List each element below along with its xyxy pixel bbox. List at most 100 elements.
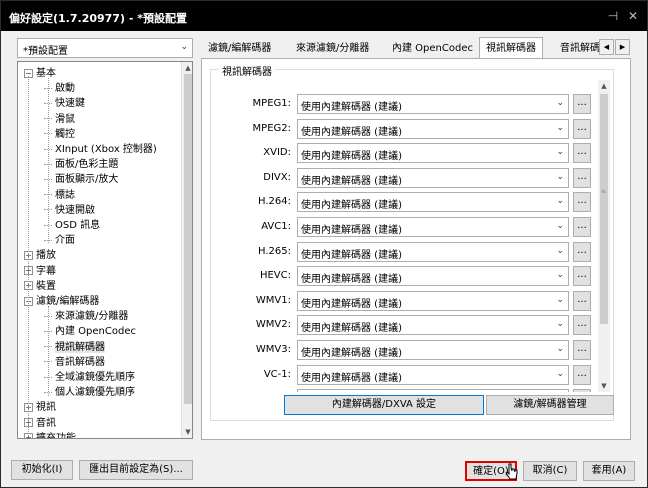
- decoder-more-button[interactable]: ...: [573, 167, 591, 188]
- tree-item[interactable]: XInput (Xbox 控制器): [44, 142, 157, 157]
- settings-tree[interactable]: − 基本 啟動 快速鍵 滑鼠 觸控 XInput (Xbox 控制器) 面板/色彩主題 面板顯示…: [17, 61, 193, 439]
- tree-scrollbar[interactable]: ▲ ▼: [181, 62, 192, 438]
- tree-item[interactable]: 快速鍵: [44, 96, 85, 111]
- close-icon[interactable]: ✕: [625, 8, 641, 24]
- tree-item[interactable]: 視訊解碼器: [44, 340, 105, 355]
- decoder-select[interactable]: 使用內建解碼器 (建議) ⌄: [297, 217, 569, 237]
- decoder-select-value: 使用內建解碼器 (建議): [301, 102, 402, 113]
- tree-item[interactable]: + 擴充功能: [24, 431, 76, 438]
- decoder-row: WMV2: 使用內建解碼器 (建議) ⌄...: [211, 315, 595, 336]
- decoder-select[interactable]: 使用內建解碼器 (建議) ⌄: [297, 118, 569, 139]
- tree-item[interactable]: 內建 OpenCodec: [44, 324, 136, 339]
- decoder-more-button[interactable]: ...: [573, 118, 591, 139]
- export-settings-button[interactable]: 匯出目前設定為(S)...: [79, 460, 193, 480]
- decoder-select-value: 使用內建解碼器 (建議): [301, 323, 402, 335]
- tree-item[interactable]: 個人濾鏡優先順序: [44, 385, 135, 400]
- grip-icon: ≡: [601, 188, 607, 195]
- tree-item[interactable]: 音訊解碼器: [44, 355, 105, 370]
- decoder-more-button[interactable]: ...: [573, 94, 591, 114]
- scroll-up-icon[interactable]: ▲: [182, 62, 192, 74]
- decoder-more-button[interactable]: ...: [573, 143, 591, 164]
- tree-item-label: 音訊: [36, 417, 56, 429]
- tree-item[interactable]: OSD 訊息: [44, 218, 100, 233]
- tree-item-label: 字幕: [36, 265, 56, 277]
- group-title: 視訊解碼器: [219, 63, 275, 78]
- decoder-more-button[interactable]: ...: [573, 266, 591, 287]
- decoder-more-button[interactable]: ...: [573, 364, 591, 385]
- tab-right-icon[interactable]: ▶: [615, 39, 630, 55]
- decoder-select[interactable]: ⌄: [297, 389, 569, 392]
- chevron-down-icon: ⌄: [556, 196, 564, 207]
- tree-scroll-thumb[interactable]: [184, 74, 192, 404]
- tree-item[interactable]: 來源濾鏡/分離器: [44, 309, 128, 324]
- mouse-cursor-icon: [505, 463, 518, 480]
- tree-item-label: 基本: [36, 68, 56, 79]
- scroll-down-icon[interactable]: ▼: [598, 380, 610, 392]
- decoder-select[interactable]: 使用內建解碼器 (建議) ⌄: [297, 290, 569, 311]
- dialog-button-bar: 初始化(I) 匯出目前設定為(S)... 確定(O) 取消(C) 套用(A): [1, 453, 647, 487]
- decoder-format-label: MPEG2:: [252, 122, 291, 134]
- tree-item[interactable]: 面板顯示/放大: [44, 172, 118, 187]
- decoder-select[interactable]: 使用內建解碼器 (建議) ⌄: [297, 266, 569, 287]
- decoder-select-value: 使用內建解碼器 (建議): [301, 372, 402, 384]
- decoder-select[interactable]: 使用內建解碼器 (建議) ⌄: [297, 241, 569, 262]
- decoder-more-button[interactable]: ...: [573, 389, 591, 392]
- decoder-more-button[interactable]: ...: [573, 340, 591, 360]
- decoder-select[interactable]: 使用內建解碼器 (建議) ⌄: [297, 192, 569, 213]
- chevron-down-icon: ⌄: [556, 319, 564, 330]
- tree-item-label: 介面: [55, 235, 75, 247]
- tab-builtin-opencodec[interactable]: 內建 OpenCodec: [385, 39, 480, 59]
- tree-item-label: OSD 訊息: [55, 220, 101, 231]
- tree-item[interactable]: 面板/色彩主題: [44, 157, 118, 172]
- tab-left-icon[interactable]: ◀: [599, 39, 614, 55]
- decoder-row: H.265: 使用內建解碼器 (建議) ⌄...: [211, 241, 595, 262]
- tree-item-label: 滑鼠: [55, 113, 75, 125]
- decoder-select[interactable]: 使用內建解碼器 (建議) ⌄: [297, 315, 569, 336]
- chevron-down-icon: ⌄: [556, 221, 564, 231]
- tree-item[interactable]: 快速開啟: [44, 203, 95, 218]
- tree-connector: [48, 78, 49, 243]
- profile-select[interactable]: *預設配置 ⌄: [17, 38, 193, 58]
- initialize-button[interactable]: 初始化(I): [11, 460, 73, 480]
- decoder-row: ⌄...: [211, 389, 595, 392]
- decoder-more-button[interactable]: ...: [573, 241, 591, 262]
- window-title: 偏好設定(1.7.20977) - *預設配置: [9, 12, 187, 25]
- decoder-select-value: 使用內建解碼器 (建議): [301, 151, 402, 163]
- decoder-format-label: XVID:: [263, 147, 291, 159]
- preferences-window: 偏好設定(1.7.20977) - *預設配置 ⊣ ✕ *預設配置 ⌄ − 基本啟…: [0, 0, 648, 488]
- tab-scroll-arrows: ◀ ▶: [599, 39, 631, 55]
- tree-item-label: 標誌: [55, 189, 75, 201]
- decoder-select-value: 使用內建解碼器 (建議): [301, 175, 402, 187]
- tree-item-label: XInput (Xbox 控制器): [55, 144, 157, 155]
- decoder-select-value: 使用內建解碼器 (建議): [301, 126, 402, 138]
- decoder-select[interactable]: 使用內建解碼器 (建議) ⌄: [297, 364, 569, 385]
- decoder-select[interactable]: 使用內建解碼器 (建議) ⌄: [297, 94, 569, 114]
- dxva-settings-button[interactable]: 內建解碼器/DXVA 設定: [284, 395, 484, 415]
- tab-source-splitter[interactable]: 來源濾鏡/分離器: [289, 39, 376, 59]
- decoder-scroll-thumb[interactable]: [600, 94, 608, 324]
- cancel-button[interactable]: 取消(C): [523, 461, 577, 481]
- scroll-up-icon[interactable]: ▲: [598, 80, 610, 92]
- decoder-more-button[interactable]: ...: [573, 315, 591, 336]
- tree-item[interactable]: 全域濾鏡優先順序: [44, 370, 135, 385]
- tab-filters-codecs[interactable]: 濾鏡/編解碼器: [201, 39, 278, 59]
- apply-button[interactable]: 套用(A): [583, 461, 635, 481]
- decoder-select[interactable]: 使用內建解碼器 (建議) ⌄: [297, 143, 569, 164]
- decoder-more-button[interactable]: ...: [573, 217, 591, 237]
- tree-item[interactable]: − 濾鏡/編解碼器: [24, 294, 99, 309]
- tree-item-label: 來源濾鏡/分離器: [55, 311, 129, 323]
- tree-item-label: 面板顯示/放大: [55, 174, 119, 186]
- pin-icon[interactable]: ⊣: [605, 8, 621, 24]
- tree-connector: [48, 306, 49, 396]
- decoder-select[interactable]: 使用內建解碼器 (建議) ⌄: [297, 167, 569, 188]
- decoder-format-label: VC-1:: [263, 368, 291, 380]
- decoder-more-button[interactable]: ...: [573, 192, 591, 213]
- tab-video-decoder[interactable]: 視訊解碼器: [479, 37, 543, 60]
- chevron-down-icon: ⌄: [556, 294, 564, 305]
- decoder-more-button[interactable]: ...: [573, 290, 591, 311]
- decoder-select[interactable]: 使用內建解碼器 (建議) ⌄: [297, 340, 569, 360]
- scroll-down-icon[interactable]: ▼: [182, 426, 192, 438]
- filter-manager-button[interactable]: 濾鏡/解碼器管理: [486, 395, 614, 415]
- tree-item-label: 播放: [36, 250, 56, 262]
- decoder-scrollbar[interactable]: ▲ ≡ ▼: [598, 80, 610, 392]
